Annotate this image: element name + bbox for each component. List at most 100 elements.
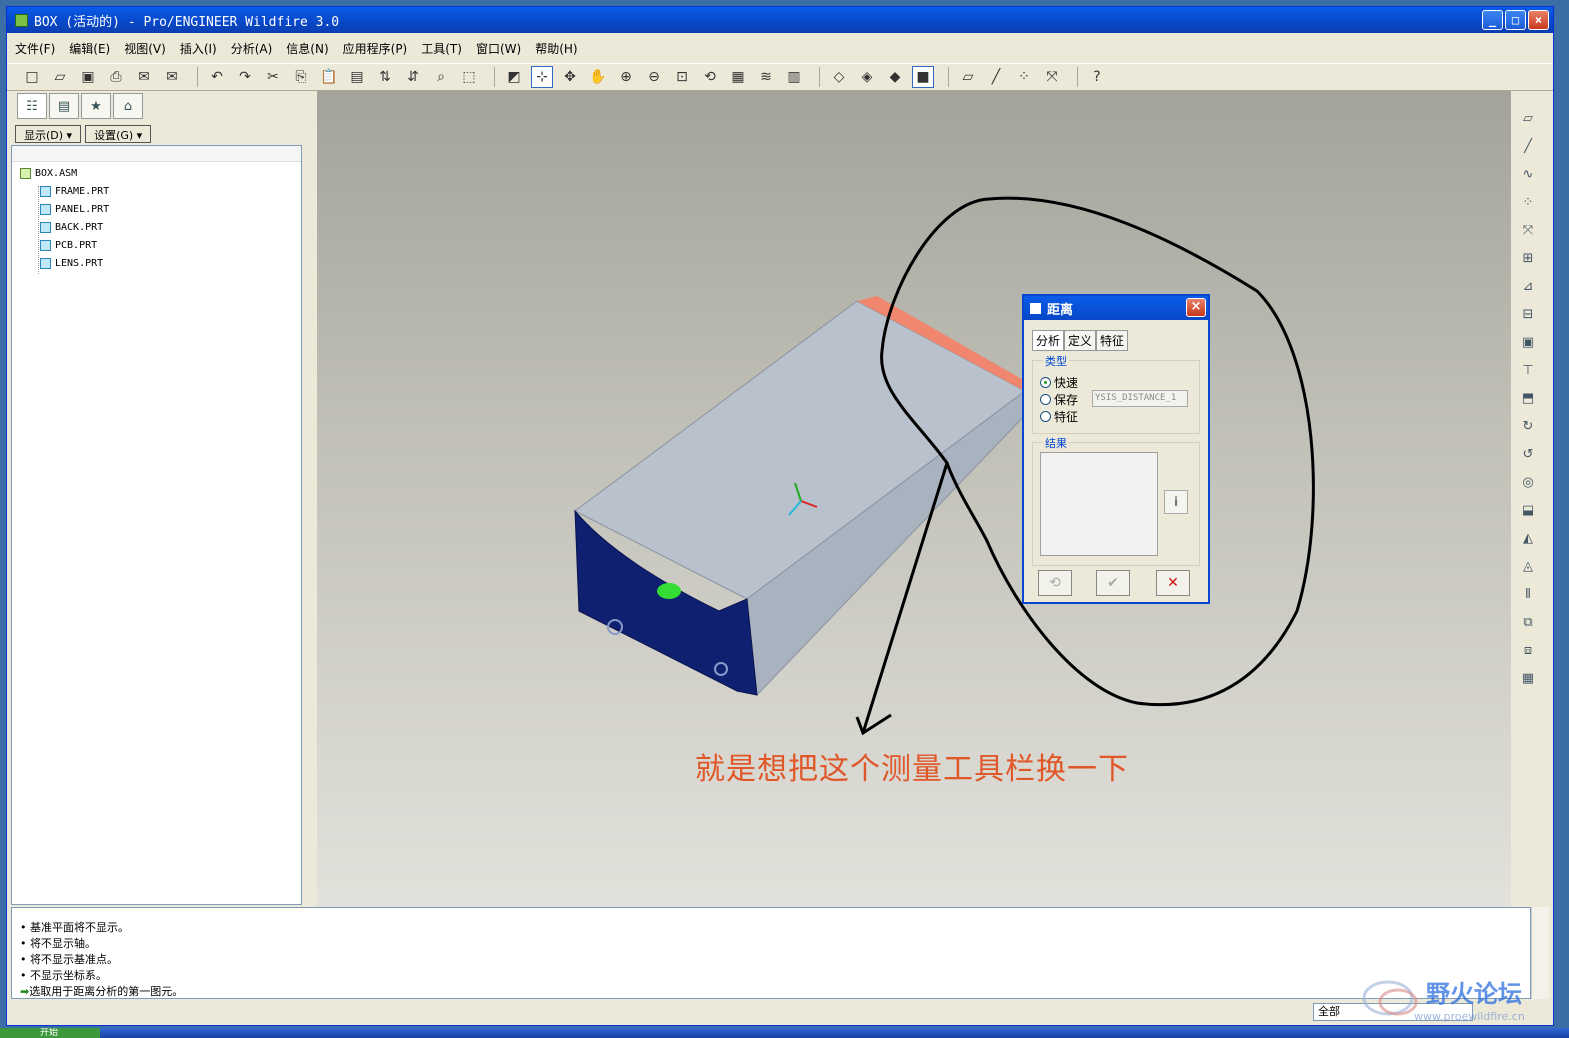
rib-icon[interactable]: ◭ [1516,527,1540,551]
repeat-button[interactable]: ⟲ [1038,570,1072,596]
close-button[interactable]: × [1528,10,1549,30]
menu-window[interactable]: 窗口(W) [476,40,521,57]
orient-mode-icon[interactable]: ✥ [559,66,581,88]
send-mail-2-icon[interactable]: ✉ [161,66,183,88]
sketch-icon[interactable]: ◩ [503,66,525,88]
create-component-icon[interactable]: ▣ [1516,331,1540,355]
info-icon[interactable]: i [1164,490,1188,514]
menu-applications[interactable]: 应用程序(P) [343,40,408,57]
mirror-icon[interactable]: ⫴ [1516,583,1540,607]
model-tree-tab-icon[interactable]: ☷ [17,93,47,119]
folder-browser-tab-icon[interactable]: ▤ [49,93,79,119]
radio-quick[interactable]: 快速 [1040,374,1078,391]
analysis-name-field[interactable]: YSIS_DISTANCE_1 [1092,390,1188,407]
menu-insert[interactable]: 插入(I) [180,40,217,57]
radio-label: 保存 [1054,393,1079,407]
refit-icon[interactable]: ⊡ [671,66,693,88]
revolve-icon[interactable]: ↻ [1516,415,1540,439]
sweep-icon[interactable]: ↺ [1516,443,1540,467]
regenerate-icon[interactable]: ⇅ [374,66,396,88]
save-icon[interactable]: ▣ [77,66,99,88]
radio-feature[interactable]: 特征 [1040,408,1078,425]
cut-icon[interactable]: ✂ [262,66,284,88]
send-mail-icon[interactable]: ✉ [133,66,155,88]
tab-definition[interactable]: 定义 [1064,330,1097,351]
analysis-feature-icon[interactable]: ⊞ [1516,247,1540,271]
wireframe-icon[interactable]: ◇ [828,66,850,88]
show-dropdown[interactable]: 显示(D) ▾ [15,125,82,143]
spin-center-icon[interactable]: ⊹ [531,66,553,88]
select-box-icon[interactable]: ⬚ [458,66,480,88]
undo-icon[interactable]: ↶ [206,66,228,88]
start-button[interactable]: 开始 [0,1028,100,1038]
ok-button[interactable]: ✔ [1096,570,1130,596]
settings-dropdown[interactable]: 设置(G) ▾ [85,125,152,143]
datum-axis-tool-icon[interactable]: ╱ [1516,135,1540,159]
find-icon[interactable]: ⌕ [430,66,452,88]
zoom-in-icon[interactable]: ⊕ [615,66,637,88]
skeleton-icon[interactable]: ⊤ [1516,359,1540,383]
copy-icon[interactable]: ⎘ [290,66,312,88]
maximize-button[interactable]: □ [1505,10,1526,30]
view-manager-icon[interactable]: ▥ [783,66,805,88]
menu-analysis[interactable]: 分析(A) [231,40,273,57]
tree-item[interactable]: LENS.PRT [40,258,103,269]
zoom-out-icon[interactable]: ⊖ [643,66,665,88]
hidden-line-icon[interactable]: ◈ [856,66,878,88]
tree-item[interactable]: PANEL.PRT [40,204,109,215]
minimize-button[interactable]: _ [1482,10,1503,30]
trim-icon[interactable]: ⧈ [1516,639,1540,663]
redo-icon[interactable]: ↷ [234,66,256,88]
menu-edit[interactable]: 编辑(E) [69,40,110,57]
paste-icon[interactable]: 📋 [318,66,340,88]
cancel-button[interactable]: ✕ [1156,570,1190,596]
print-icon[interactable]: ⎙ [105,66,127,88]
csys-display-icon[interactable]: ⤧ [1041,66,1063,88]
shading-icon[interactable]: ■ [912,66,934,88]
paste-special-icon[interactable]: ▤ [346,66,368,88]
panel-splitter[interactable] [305,91,315,907]
radio-save[interactable]: 保存 [1040,391,1078,408]
draft-icon[interactable]: ◬ [1516,555,1540,579]
main-toolbar: □ ▱ ▣ ⎙ ✉ ✉ ↶ ↷ ✂ ⎘ 📋 ▤ ⇅ ⇵ ⌕ ⬚ ◩ ⊹ ✥ ✋ … [7,63,1553,91]
datum-point-display-icon[interactable]: ⁘ [1013,66,1035,88]
dialog-close-button[interactable]: × [1186,298,1206,317]
saved-views-icon[interactable]: ▦ [727,66,749,88]
tab-feature[interactable]: 特征 [1096,330,1129,351]
merge-icon[interactable]: ⧉ [1516,611,1540,635]
annotation-tool-icon[interactable]: ⊿ [1516,275,1540,299]
no-hidden-icon[interactable]: ◆ [884,66,906,88]
context-help-icon[interactable]: ? [1086,66,1108,88]
csys-tool-icon[interactable]: ⤧ [1516,219,1540,243]
open-file-icon[interactable]: ▱ [49,66,71,88]
tree-item[interactable]: BACK.PRT [40,222,103,233]
menu-file[interactable]: 文件(F) [15,40,55,57]
menu-help[interactable]: 帮助(H) [535,40,577,57]
datum-point-tool-icon[interactable]: ⁘ [1516,191,1540,215]
layers-icon[interactable]: ≋ [755,66,777,88]
hole-icon[interactable]: ◎ [1516,471,1540,495]
pan-icon[interactable]: ✋ [587,66,609,88]
menu-tools[interactable]: 工具(T) [421,40,462,57]
assemble-component-icon[interactable]: ⊟ [1516,303,1540,327]
shell-icon[interactable]: ⬓ [1516,499,1540,523]
datum-axis-display-icon[interactable]: ╱ [985,66,1007,88]
menu-info[interactable]: 信息(N) [286,40,328,57]
reorient-icon[interactable]: ⟲ [699,66,721,88]
datum-curve-tool-icon[interactable]: ∿ [1516,163,1540,187]
app-window: BOX (活动的) - Pro/ENGINEER Wildfire 3.0 _ … [6,6,1554,1026]
datum-plane-display-icon[interactable]: ▱ [957,66,979,88]
regen-manager-icon[interactable]: ⇵ [402,66,424,88]
datum-plane-tool-icon[interactable]: ▱ [1516,107,1540,131]
new-file-icon[interactable]: □ [21,66,43,88]
tree-item-root[interactable]: BOX.ASM [20,168,77,179]
window-title: BOX (活动的) - Pro/ENGINEER Wildfire 3.0 [34,14,340,30]
extrude-icon[interactable]: ⬒ [1516,387,1540,411]
menu-view[interactable]: 视图(V) [124,40,166,57]
pattern-icon[interactable]: ▦ [1516,667,1540,691]
favorites-tab-icon[interactable]: ★ [81,93,111,119]
tab-analysis[interactable]: 分析 [1032,330,1065,351]
connections-tab-icon[interactable]: ⌂ [113,93,143,119]
tree-item[interactable]: FRAME.PRT [40,186,109,197]
tree-item[interactable]: PCB.PRT [40,240,97,251]
